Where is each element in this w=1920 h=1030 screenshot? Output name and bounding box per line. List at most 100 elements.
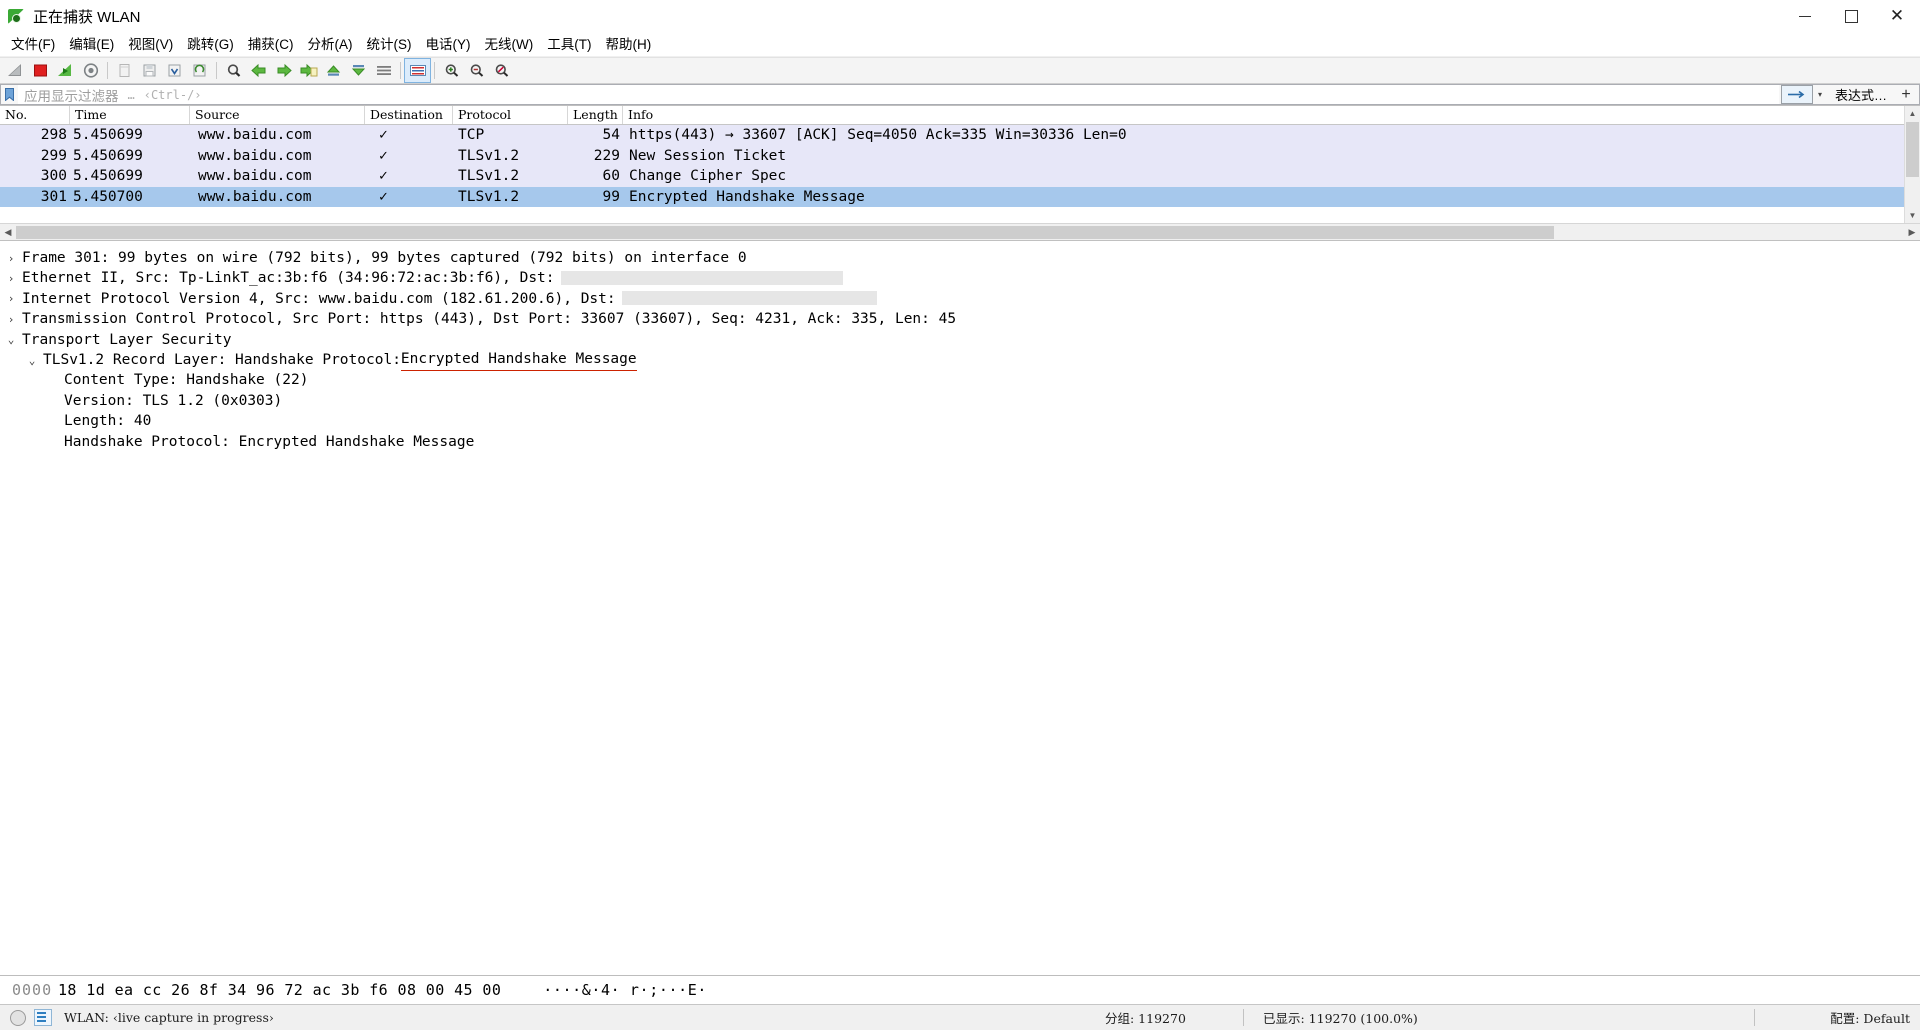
menu-capture[interactable]: 捕获(C)	[241, 34, 301, 56]
stop-capture-icon[interactable]	[28, 59, 53, 82]
cell-source: www.baidu.com	[198, 168, 312, 185]
restart-capture-icon[interactable]	[53, 59, 78, 82]
cell-no: 298	[40, 127, 67, 144]
menu-analyze[interactable]: 分析(A)	[301, 34, 360, 56]
packet-list-pane: No. Time Source Destination Protocol Len…	[0, 106, 1920, 223]
chevron-right-icon[interactable]: ›	[0, 313, 22, 326]
chevron-right-icon[interactable]: ›	[0, 292, 22, 305]
redacted-ip-address	[621, 290, 877, 305]
cell-length: 54	[602, 127, 620, 144]
packet-list-horizontal-scrollbar[interactable]: ◀ ▶	[0, 223, 1920, 241]
menu-edit[interactable]: 编辑(E)	[62, 34, 121, 56]
display-filter-input[interactable]: 应用显示过滤器 … ‹Ctrl-/›	[18, 84, 1779, 105]
packet-bytes-pane[interactable]: 0000 18 1d ea cc 26 8f 34 96 72 ac 3b f6…	[0, 975, 1920, 1004]
scroll-up-arrow-icon[interactable]: ▲	[1905, 106, 1920, 121]
chevron-right-icon[interactable]: ›	[0, 272, 22, 285]
chevron-down-icon[interactable]: ▾	[1813, 90, 1827, 99]
zoom-out-icon[interactable]	[464, 59, 489, 82]
go-to-packet-icon[interactable]	[296, 59, 321, 82]
detail-frame[interactable]: › Frame 301: 99 bytes on wire (792 bits)…	[0, 248, 1920, 268]
table-row[interactable]: 300 5.450699 www.baidu.com ✓ TLSv1.2 60 …	[0, 166, 1920, 187]
column-header-info[interactable]: Info	[623, 106, 1920, 124]
go-first-packet-icon[interactable]	[321, 59, 346, 82]
cell-protocol: TLSv1.2	[458, 147, 520, 164]
detail-ethernet-label: Ethernet II, Src: Tp-LinkT_ac:3b:f6 (34:…	[22, 270, 555, 287]
go-last-packet-icon[interactable]	[346, 59, 371, 82]
table-row[interactable]: 301 5.450700 www.baidu.com ✓ TLSv1.2 99 …	[0, 186, 1920, 207]
capture-file-properties-icon[interactable]	[34, 1009, 52, 1026]
detail-tcp[interactable]: › Transmission Control Protocol, Src Por…	[0, 309, 1920, 329]
colorize-icon[interactable]	[404, 58, 431, 83]
menu-go[interactable]: 跳转(G)	[180, 34, 241, 56]
menu-help[interactable]: 帮助(H)	[598, 34, 658, 56]
scroll-left-arrow-icon[interactable]: ◀	[0, 225, 16, 240]
cell-length: 229	[593, 147, 620, 164]
detail-version[interactable]: Version: TLS 1.2 (0x0303)	[0, 391, 1920, 411]
close-file-icon[interactable]	[162, 59, 187, 82]
detail-tls-record-layer-highlight: Encrypted Handshake Message	[400, 349, 637, 372]
reload-file-icon[interactable]	[187, 59, 212, 82]
detail-length[interactable]: Length: 40	[0, 411, 1920, 431]
detail-tls-record-layer[interactable]: ⌄ TLSv1.2 Record Layer: Handshake Protoc…	[0, 349, 1920, 372]
menu-file[interactable]: 文件(F)	[4, 34, 62, 56]
maximize-button[interactable]	[1828, 0, 1874, 33]
column-header-length[interactable]: Length	[568, 106, 623, 124]
table-row[interactable]: 298 5.450699 www.baidu.com ✓ TCP 54 http…	[0, 125, 1920, 146]
open-file-icon[interactable]	[112, 59, 137, 82]
toolbar-separator	[107, 62, 108, 79]
status-separator	[1754, 1009, 1755, 1026]
menu-wireless[interactable]: 无线(W)	[478, 34, 541, 56]
column-header-no[interactable]: No.	[0, 106, 70, 124]
zoom-reset-icon[interactable]	[489, 59, 514, 82]
save-file-icon[interactable]	[137, 59, 162, 82]
display-filter-shortcut-hint: ‹Ctrl-/›	[143, 87, 202, 102]
detail-content-type-label: Content Type: Handshake (22)	[64, 372, 309, 389]
cell-length: 99	[602, 188, 620, 205]
detail-ipv4[interactable]: › Internet Protocol Version 4, Src: www.…	[0, 289, 1920, 309]
chevron-down-icon[interactable]: ⌄	[0, 333, 22, 346]
minimize-button[interactable]	[1782, 0, 1828, 33]
filter-expression-button[interactable]: 表达式…	[1827, 85, 1895, 104]
close-button[interactable]: ✕	[1874, 0, 1920, 33]
menu-bar: 文件(F) 编辑(E) 视图(V) 跳转(G) 捕获(C) 分析(A) 统计(S…	[0, 34, 1920, 57]
toolbar-separator	[400, 62, 401, 79]
bookmark-icon[interactable]	[0, 84, 18, 105]
go-forward-icon[interactable]	[271, 59, 296, 82]
column-header-time[interactable]: Time	[70, 106, 190, 124]
menu-view[interactable]: 视图(V)	[121, 34, 180, 56]
main-toolbar	[0, 57, 1920, 84]
scroll-right-arrow-icon[interactable]: ▶	[1904, 225, 1920, 240]
start-capture-icon[interactable]	[3, 59, 28, 82]
go-back-icon[interactable]	[246, 59, 271, 82]
scrollbar-thumb[interactable]	[1906, 122, 1919, 177]
column-header-source[interactable]: Source	[190, 106, 365, 124]
menu-statistics[interactable]: 统计(S)	[360, 34, 419, 56]
menu-telephony[interactable]: 电话(Y)	[419, 34, 478, 56]
find-packet-icon[interactable]	[221, 59, 246, 82]
table-row[interactable]: 299 5.450699 www.baidu.com ✓ TLSv1.2 229…	[0, 145, 1920, 166]
auto-scroll-icon[interactable]	[371, 59, 396, 82]
cell-source: www.baidu.com	[198, 188, 312, 205]
menu-tools[interactable]: 工具(T)	[540, 34, 598, 56]
detail-ethernet[interactable]: › Ethernet II, Src: Tp-LinkT_ac:3b:f6 (3…	[0, 268, 1920, 288]
cell-time: 5.450699	[73, 127, 143, 144]
detail-tls[interactable]: ⌄ Transport Layer Security	[0, 330, 1920, 350]
detail-content-type[interactable]: Content Type: Handshake (22)	[0, 370, 1920, 390]
filter-apply-arrow-icon[interactable]	[1780, 85, 1813, 104]
cell-time: 5.450699	[73, 147, 143, 164]
add-filter-button[interactable]: +	[1895, 86, 1917, 104]
capture-options-icon[interactable]	[78, 59, 103, 82]
scrollbar-thumb[interactable]	[16, 225, 1554, 239]
detail-handshake-protocol[interactable]: Handshake Protocol: Encrypted Handshake …	[0, 432, 1920, 452]
expert-info-icon[interactable]	[10, 1009, 26, 1026]
cell-protocol: TCP	[458, 127, 485, 144]
column-header-protocol[interactable]: Protocol	[453, 106, 568, 124]
scrollbar-track[interactable]	[16, 224, 1904, 240]
zoom-in-icon[interactable]	[439, 59, 464, 82]
status-profile[interactable]: 配置: Default	[1830, 1008, 1910, 1027]
chevron-down-icon[interactable]: ⌄	[21, 354, 43, 367]
column-header-destination[interactable]: Destination	[365, 106, 453, 124]
scroll-down-arrow-icon[interactable]: ▼	[1905, 208, 1920, 223]
packet-list-vertical-scrollbar[interactable]: ▲ ▼	[1904, 106, 1920, 223]
chevron-right-icon[interactable]: ›	[0, 252, 22, 265]
